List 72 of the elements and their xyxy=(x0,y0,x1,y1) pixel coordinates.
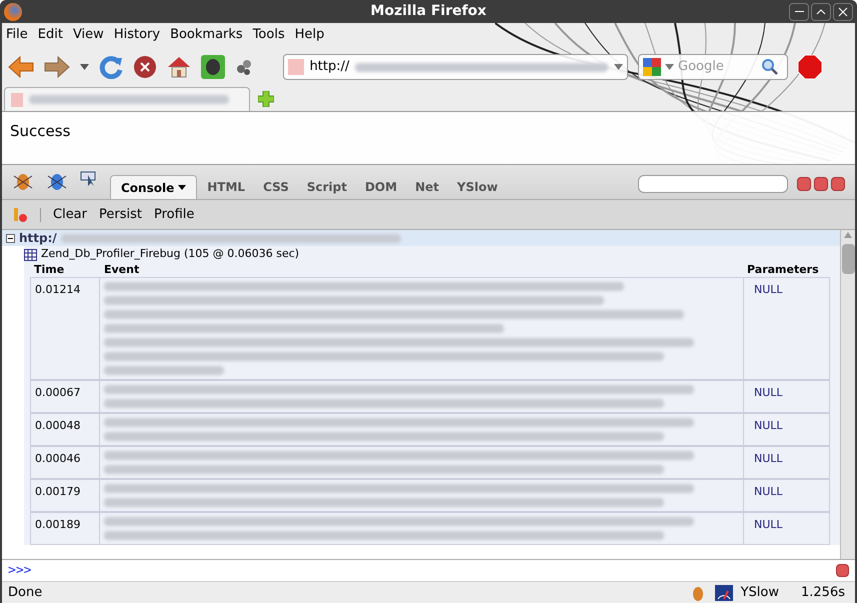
dropdown-caret-icon[interactable] xyxy=(614,64,623,70)
firebug-tab[interactable]: DOM xyxy=(356,175,406,199)
toolbar-button[interactable]: Profile xyxy=(154,204,194,224)
menu-item[interactable]: File xyxy=(6,25,28,45)
window-title: Mozilla Firefox xyxy=(370,2,486,21)
table-cell: 0.01214 xyxy=(30,277,100,380)
caret-icon xyxy=(178,185,186,190)
table-cell: NULL xyxy=(743,413,830,446)
maximize-button[interactable] xyxy=(811,2,831,20)
gauge-icon[interactable] xyxy=(714,584,733,600)
menu-item[interactable]: Edit xyxy=(38,25,63,45)
page-text: Success xyxy=(10,121,72,142)
table-cell: 0.00189 xyxy=(30,512,100,545)
table-cell: NULL xyxy=(743,380,830,413)
circles-icon[interactable] xyxy=(235,58,253,76)
search-field[interactable]: Google xyxy=(638,54,788,80)
firebug-tab[interactable]: CSS xyxy=(255,175,297,199)
table-cell: NULL xyxy=(743,277,830,380)
table-cell: NULL xyxy=(743,446,830,479)
scroll-thumb[interactable] xyxy=(842,244,854,274)
favicon-icon xyxy=(288,59,304,75)
table-cell: 0.00046 xyxy=(30,446,100,479)
menu-item[interactable]: View xyxy=(72,25,104,45)
forward-arrow-icon[interactable] xyxy=(44,56,70,78)
dropdown-caret-icon[interactable] xyxy=(80,64,89,70)
table-cell: 0.00048 xyxy=(30,413,100,446)
load-time: 1.256s xyxy=(801,584,845,602)
stop-sign-icon[interactable] xyxy=(798,55,822,79)
reload-icon[interactable] xyxy=(99,55,123,79)
scrollbar[interactable] xyxy=(840,230,855,559)
column-header: Parameters xyxy=(746,263,820,277)
profiler-title: Zend_Db_Profiler_Firebug (105 @ 0.06036 sec) xyxy=(41,246,300,262)
stop-icon[interactable] xyxy=(133,55,157,79)
firebug-search-field[interactable] xyxy=(638,175,788,193)
maximize-icon xyxy=(816,8,826,14)
firebug-tab[interactable]: HTML xyxy=(199,175,254,199)
menu-item[interactable]: History xyxy=(114,25,160,45)
request-url: http:/ xyxy=(19,230,57,247)
table-cell: NULL xyxy=(743,512,830,545)
cursor-icon[interactable] xyxy=(80,171,98,187)
favicon-icon xyxy=(11,92,23,106)
status-text: Done xyxy=(8,584,42,602)
column-header: Event xyxy=(103,263,140,277)
close-button[interactable] xyxy=(833,2,853,20)
firebug-tab[interactable]: YSlow xyxy=(449,175,506,199)
plus-icon[interactable] xyxy=(258,91,274,107)
close-icon xyxy=(838,6,848,16)
dropdown-caret-icon[interactable] xyxy=(665,64,674,70)
search-icon[interactable] xyxy=(762,59,778,75)
search-input[interactable]: Google xyxy=(678,57,758,77)
table-cell: 0.00179 xyxy=(30,479,100,512)
request-row[interactable]: http:/ xyxy=(2,230,840,246)
menu-item[interactable]: Bookmarks xyxy=(170,25,243,45)
back-arrow-icon[interactable] xyxy=(8,56,34,78)
toolbar-button[interactable]: Clear xyxy=(53,204,87,224)
table-cell: 0.00067 xyxy=(30,380,100,413)
address-field[interactable]: http:// xyxy=(283,54,628,80)
table-icon xyxy=(24,248,37,260)
minimize-button[interactable] xyxy=(789,2,809,20)
firebug-tab[interactable]: Script xyxy=(298,175,355,199)
google-logo-icon xyxy=(643,58,661,76)
yslow-label[interactable]: YSlow xyxy=(740,582,779,602)
toolbar-button[interactable]: Persist xyxy=(99,204,142,224)
firebug-tab[interactable]: Net xyxy=(407,175,447,199)
firebug-tab[interactable]: Console xyxy=(110,175,198,199)
address-text: http:// xyxy=(310,58,350,76)
column-header: Time xyxy=(33,263,66,277)
menu-item[interactable]: Help xyxy=(294,25,324,45)
home-icon[interactable] xyxy=(167,56,191,78)
table-cell: NULL xyxy=(743,479,830,512)
command-prompt: >>> xyxy=(8,562,32,580)
menu-item[interactable]: Tools xyxy=(252,25,285,45)
